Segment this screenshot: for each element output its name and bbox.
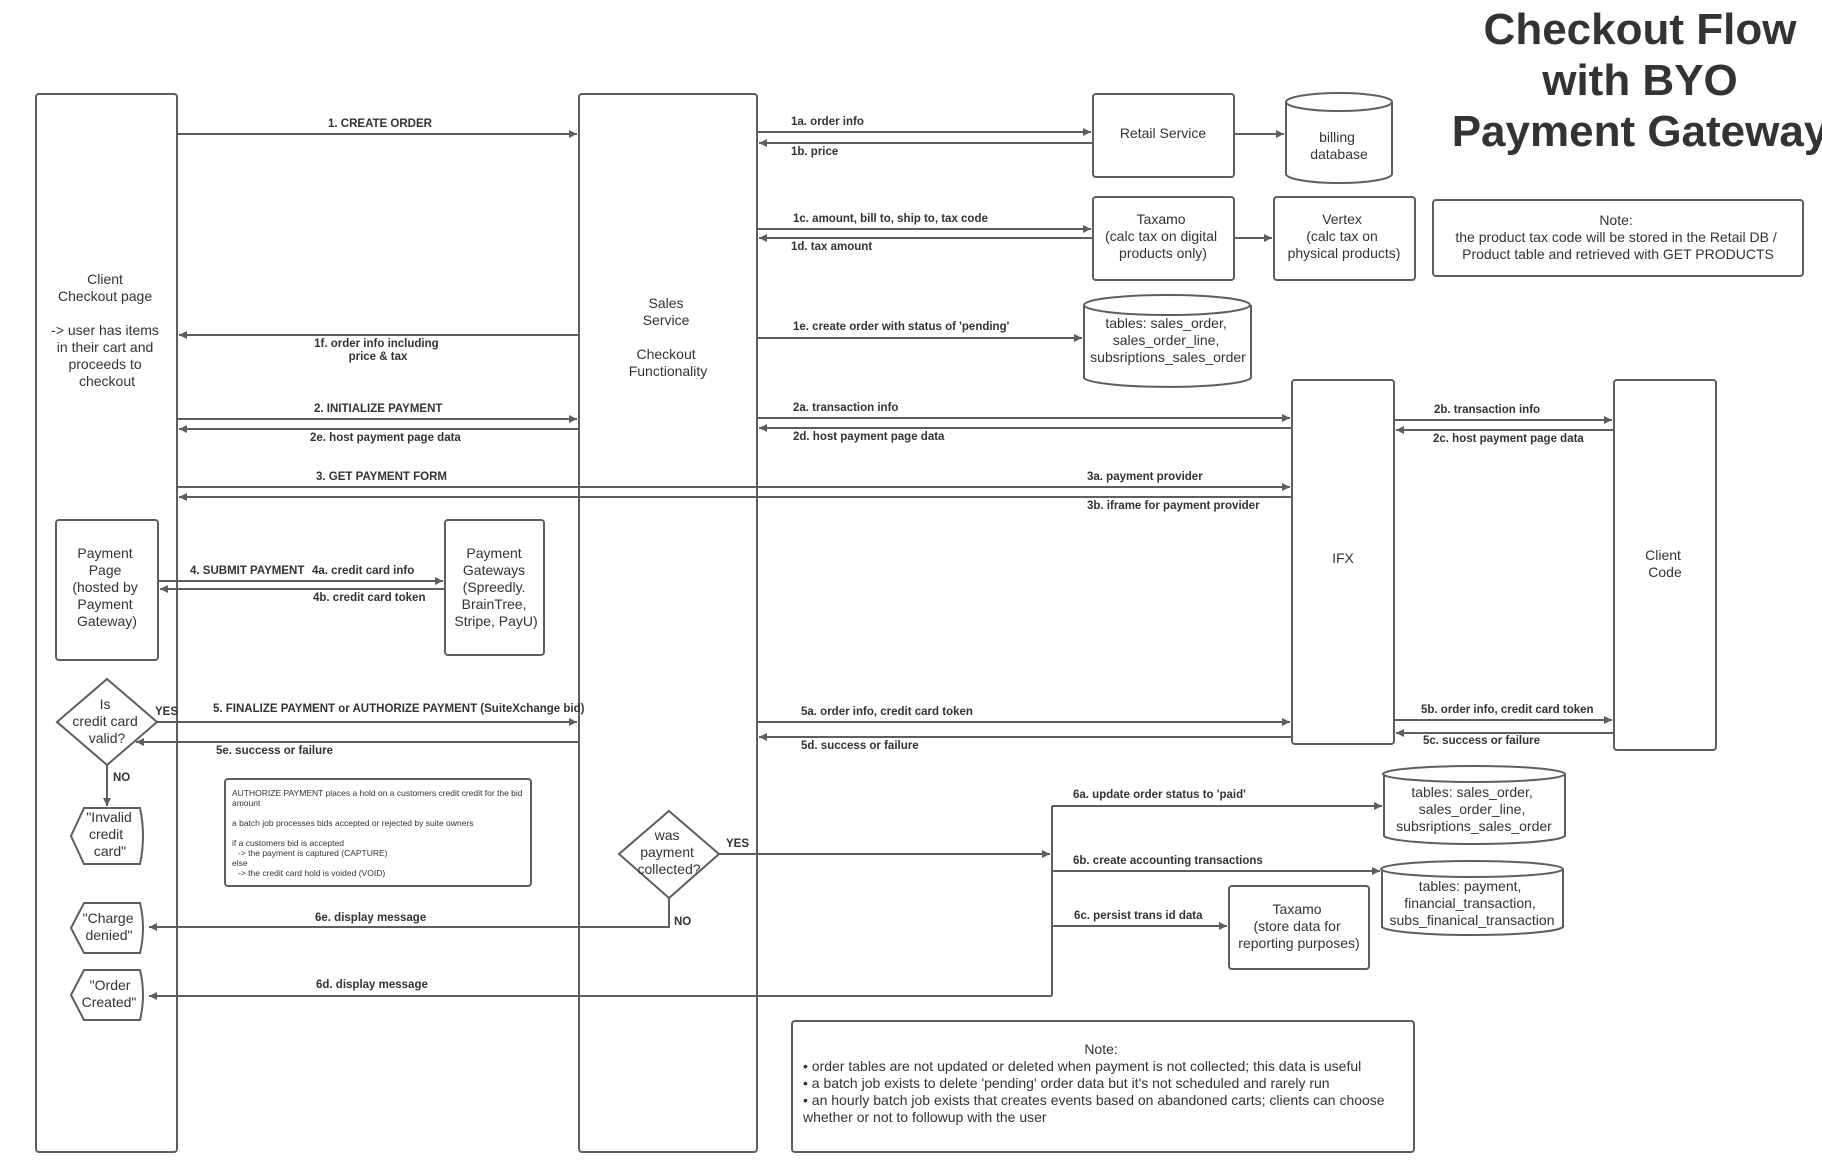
edge-2-initialize-payment: 2. INITIALIZE PAYMENT (177, 403, 577, 423)
edge-1b-price: 1b. price (759, 139, 1093, 158)
tax-code-note: Note: the product tax code will be store… (1432, 199, 1804, 277)
edge-1f-order-info-with-tax: 1f. order info including price & tax (179, 331, 579, 363)
edge-label: 6b. create accounting transactions (1073, 855, 1263, 867)
ifx-label: IFX (1332, 550, 1354, 566)
retail-service-label: Retail Service (1120, 125, 1207, 141)
edge-1e-create-pending-order: 1e. create order with status of 'pending… (757, 321, 1082, 342)
yes-label: YES (726, 838, 749, 850)
finance-db[interactable]: tables: payment, financial_transaction, … (1380, 860, 1564, 937)
charge-denied-label: "Charge denied" (83, 910, 138, 943)
edge-label: 2c. host payment page data (1433, 433, 1584, 445)
checkout-flow-diagram: Client Checkout page -> user has items i… (35, 92, 1804, 1153)
edge-2b-transaction-info: 2b. transaction info (1394, 404, 1612, 424)
edge-2d-host-payment-page-data: 2d. host payment page data (759, 424, 1292, 443)
payment-page-label: Payment Page (hosted by Payment Gateway) (72, 545, 141, 629)
taxamo-store-data[interactable]: Taxamo (store data for reporting purpose… (1228, 885, 1370, 970)
edge-label: 2e. host payment page data (310, 432, 461, 444)
client-code[interactable]: Client Code (1613, 379, 1717, 751)
edge-label: 1f. order info including price & tax (314, 338, 442, 363)
edge-label: 3. GET PAYMENT FORM (316, 471, 447, 483)
edge-2c-host-payment-page-data: 2c. host payment page data (1396, 426, 1614, 445)
ifx[interactable]: IFX (1291, 379, 1395, 745)
edge-label: 2d. host payment page data (793, 431, 945, 443)
edge-label: 2b. transaction info (1434, 404, 1540, 416)
retail-service[interactable]: Retail Service (1092, 93, 1235, 178)
edge-5c-success-or-failure: 5c. success or failure (1396, 729, 1614, 747)
edge-5b-order-info-token: 5b. order info, credit card token (1394, 704, 1612, 724)
edge-label: 1b. price (791, 146, 838, 158)
edge-payment-collected-yes: YES (719, 838, 1050, 858)
authorize-payment-note: AUTHORIZE PAYMENT places a hold on a cus… (224, 778, 532, 887)
orders-db-pending-label: tables: sales_order, sales_order_line, s… (1090, 315, 1246, 365)
edge-label: 4. SUBMIT PAYMENT (190, 565, 304, 577)
invalid-credit-card-message[interactable]: "Invalid credit card" (69, 807, 144, 865)
order-created-message[interactable]: "Order Created" (69, 969, 144, 1021)
taxamo-calc-tax[interactable]: Taxamo (calc tax on digital products onl… (1092, 196, 1235, 281)
edge-label: 1c. amount, bill to, ship to, tax code (793, 213, 988, 225)
edge-label: 5c. success or failure (1423, 735, 1540, 747)
edge-label: 6d. display message (316, 979, 428, 991)
no-label: NO (113, 772, 130, 784)
charge-denied-message[interactable]: "Charge denied" (69, 902, 144, 954)
edge-5d-success-or-failure: 5d. success or failure (759, 733, 1292, 752)
edge-1-create-order: 1. CREATE ORDER (177, 118, 577, 138)
edge-label: 3a. payment provider (1087, 471, 1203, 483)
edge-label: 4b. credit card token (313, 592, 425, 604)
no-label: NO (674, 916, 691, 928)
edge-label: 2. INITIALIZE PAYMENT (314, 403, 442, 415)
edge-5e-success-or-failure: 5e. success or failure (136, 738, 579, 757)
edge-label: 5. FINALIZE PAYMENT or AUTHORIZE PAYMENT… (213, 703, 585, 715)
vertex[interactable]: Vertex (calc tax on physical products) (1273, 196, 1416, 281)
edge-1d-tax-amount: 1d. tax amount (759, 234, 1093, 253)
edge-label: 4a. credit card info (312, 565, 414, 577)
edge-label: 1. CREATE ORDER (328, 118, 433, 130)
edge-6b-create-accounting-transactions: 6b. create accounting transactions (1052, 855, 1380, 875)
order-created-label: "Order Created" (82, 977, 137, 1010)
yes-label: YES (155, 706, 178, 718)
sales-service[interactable]: Sales Service Checkout Functionality (578, 93, 758, 1153)
edge-label: 6c. persist trans id data (1074, 910, 1203, 922)
payment-page[interactable]: Payment Page (hosted by Payment Gateway) (55, 519, 159, 661)
edge-label: 5d. success or failure (801, 740, 919, 752)
payment-gateways-label: Payment Gateways (Spreedly. BrainTree, S… (454, 545, 537, 629)
edge-1c-tax-request: 1c. amount, bill to, ship to, tax code (757, 213, 1091, 233)
bottom-note: Note: • order tables are not updated or … (791, 1020, 1415, 1153)
orders-db-pending[interactable]: tables: sales_order, sales_order_line, s… (1083, 294, 1252, 388)
edge-2a-transaction-info: 2a. transaction info (757, 402, 1290, 422)
edge-label: 5b. order info, credit card token (1421, 704, 1594, 716)
orders-db-paid-label: tables: sales_order, sales_order_line, s… (1396, 784, 1552, 834)
edge-5-finalize-payment: 5. FINALIZE PAYMENT or AUTHORIZE PAYMENT… (155, 703, 585, 726)
client-code-label: Client Code (1645, 547, 1685, 580)
edge-label: 2a. transaction info (793, 402, 898, 414)
edge-6c-persist-trans-id: 6c. persist trans id data (1052, 910, 1227, 930)
edge-4b-credit-card-token: 4b. credit card token (160, 585, 445, 604)
edge-label: 6a. update order status to 'paid' (1073, 789, 1246, 801)
orders-db-paid[interactable]: tables: sales_order, sales_order_line, s… (1382, 765, 1566, 846)
edge-label: 1a. order info (791, 116, 864, 128)
edge-6d-display-message: 6d. display message (316, 979, 428, 991)
edge-label: 3b. iframe for payment provider (1087, 500, 1260, 512)
payment-gateways[interactable]: Payment Gateways (Spreedly. BrainTree, S… (444, 519, 545, 656)
edge-1a-order-info: 1a. order info (757, 116, 1091, 136)
edge-label: 1d. tax amount (791, 241, 872, 253)
billing-database[interactable]: billing database (1285, 92, 1393, 184)
edge-2e-host-payment-page-data: 2e. host payment page data (179, 425, 579, 444)
edge-label: 5e. success or failure (216, 745, 333, 757)
edge-5a-order-info-token: 5a. order info, credit card token (757, 706, 1290, 726)
edge-label: 6e. display message (315, 912, 426, 924)
edge-4-submit-payment: 4. SUBMIT PAYMENT 4a. credit card info (158, 565, 443, 585)
edge-6a-update-status-paid: 6a. update order status to 'paid' (1052, 789, 1382, 810)
edge-label: 1e. create order with status of 'pending… (793, 321, 1010, 333)
edge-label: 5a. order info, credit card token (801, 706, 973, 718)
